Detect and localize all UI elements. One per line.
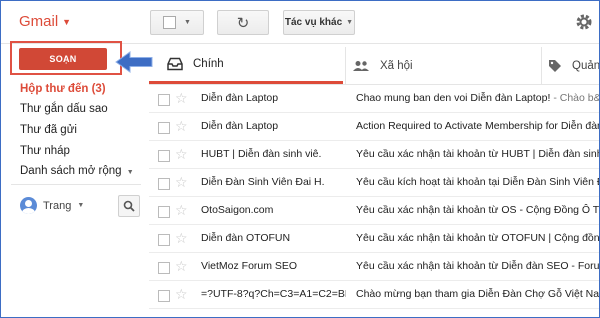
chevron-down-icon: ▼ bbox=[62, 16, 72, 27]
email-sender: Diễn đàn Laptop bbox=[201, 92, 279, 104]
row-checkbox[interactable] bbox=[158, 262, 170, 274]
star-icon[interactable]: ☆ bbox=[175, 118, 188, 134]
nav-drafts-label: Thư nháp bbox=[20, 145, 70, 157]
star-icon[interactable]: ☆ bbox=[175, 286, 188, 302]
email-subject: Chao mung ban den voi Diễn đàn Laptop! -… bbox=[356, 92, 600, 104]
email-subject-text: Action Required to Activate Membership f… bbox=[356, 120, 600, 132]
row-checkbox[interactable] bbox=[158, 150, 170, 162]
email-subject: Yêu cầu xác nhận tài khoản từ OS - Cộng … bbox=[356, 204, 600, 216]
row-checkbox[interactable] bbox=[158, 178, 170, 190]
row-checkbox[interactable] bbox=[158, 122, 170, 134]
hangouts-user[interactable]: Trang ▼ bbox=[20, 197, 84, 214]
gear-icon[interactable] bbox=[574, 12, 594, 32]
divider bbox=[11, 184, 141, 185]
email-sender: OtoSaigon.com bbox=[201, 204, 274, 216]
category-tabs: Chính Xã hội Quảng bbox=[149, 47, 600, 85]
email-subject: Action Required to Activate Membership f… bbox=[356, 120, 600, 132]
gmail-menu[interactable]: Gmail ▼ bbox=[19, 13, 71, 30]
star-icon[interactable]: ☆ bbox=[175, 230, 188, 246]
pointer-arrow-icon bbox=[115, 51, 153, 73]
tab-social[interactable]: Xã hội bbox=[345, 47, 539, 84]
email-sender: Diễn đàn OTOFUN bbox=[201, 232, 291, 244]
chevron-down-icon: ▼ bbox=[126, 169, 134, 176]
email-subject-text: Yêu cầu xác nhận tài khoản từ Diễn đàn S… bbox=[356, 260, 600, 272]
nav-more-label: Danh sách mở rộng bbox=[20, 165, 122, 177]
tag-icon bbox=[549, 59, 561, 72]
star-icon[interactable]: ☆ bbox=[175, 202, 188, 218]
select-all-button[interactable]: ▼ bbox=[150, 10, 204, 35]
email-sender: Diễn Đàn Sinh Viên Đai H. bbox=[201, 176, 325, 188]
gmail-window: Gmail ▼ ▼ ↻ Tác vụ khác ▼ SOẠN Hộp thư đ… bbox=[0, 0, 600, 318]
email-subject-text: Yêu cầu kích hoạt tài khoản tại Diễn Đàn… bbox=[356, 176, 600, 188]
nav-more[interactable]: Danh sách mở rộng ▼ bbox=[1, 161, 141, 181]
email-subject: Yêu cầu xác nhận tài khoản từ Diễn đàn S… bbox=[356, 260, 600, 272]
nav-drafts[interactable]: Thư nháp bbox=[1, 141, 141, 161]
star-icon[interactable]: ☆ bbox=[175, 258, 188, 274]
search-people-button[interactable] bbox=[118, 195, 140, 217]
tab-primary[interactable]: Chính bbox=[149, 47, 343, 84]
star-icon[interactable]: ☆ bbox=[175, 146, 188, 162]
top-toolbar: Gmail ▼ ▼ ↻ Tác vụ khác ▼ bbox=[1, 1, 599, 44]
user-name: Trang bbox=[43, 199, 72, 212]
email-subject: Yêu cầu kích hoạt tài khoản tại Diễn Đàn… bbox=[356, 176, 600, 188]
more-actions-button[interactable]: Tác vụ khác ▼ bbox=[283, 10, 355, 35]
star-icon[interactable]: ☆ bbox=[175, 174, 188, 190]
tab-promotions-label: Quảng bbox=[572, 59, 600, 72]
tab-social-label: Xã hội bbox=[380, 59, 413, 72]
row-checkbox[interactable] bbox=[158, 206, 170, 218]
table-row[interactable]: ☆ VietMoz Forum SEO Yêu cầu xác nhận tài… bbox=[149, 253, 600, 281]
chevron-down-icon: ▼ bbox=[184, 19, 191, 26]
inbox-icon bbox=[167, 57, 183, 71]
email-subject-text: Yêu cầu xác nhận tài khoản từ HUBT | Diễ… bbox=[356, 148, 600, 160]
star-icon[interactable]: ☆ bbox=[175, 90, 188, 106]
table-row[interactable]: ☆ Diễn đàn Laptop Chao mung ban den voi … bbox=[149, 85, 600, 113]
email-snippet: - Chào b&#78 bbox=[553, 92, 600, 104]
compose-button[interactable]: SOẠN bbox=[19, 48, 107, 70]
row-checkbox[interactable] bbox=[158, 290, 170, 302]
email-subject: Chào mừng bạn tham gia Diễn Đàn Chợ Gỗ V… bbox=[356, 288, 600, 300]
nav-sent[interactable]: Thư đã gửi bbox=[1, 120, 141, 140]
nav-starred-label: Thư gắn dấu sao bbox=[20, 103, 108, 115]
table-row[interactable]: ☆ Diễn đàn OTOFUN Yêu cầu xác nhận tài k… bbox=[149, 225, 600, 253]
email-subject-text: Yêu cầu xác nhận tài khoản từ OTOFUN | C… bbox=[356, 232, 600, 244]
people-icon bbox=[353, 60, 369, 71]
email-sender: =?UTF-8?q?Ch=C3=A1=C2=BB. bbox=[201, 288, 346, 300]
email-sender: HUBT | Diễn đàn sinh viê. bbox=[201, 148, 322, 160]
email-subject-text: Yêu cầu xác nhận tài khoản từ OS - Cộng … bbox=[356, 204, 600, 216]
table-row[interactable]: ☆ OtoSaigon.com Yêu cầu xác nhận tài kho… bbox=[149, 197, 600, 225]
chevron-down-icon: ▼ bbox=[346, 19, 354, 26]
table-row[interactable]: ☆ =?UTF-8?q?Ch=C3=A1=C2=BB. Chào mừng bạ… bbox=[149, 281, 600, 309]
avatar bbox=[20, 197, 37, 214]
row-checkbox[interactable] bbox=[158, 234, 170, 246]
email-subject-text: Chao mung ban den voi Diễn đàn Laptop! bbox=[356, 92, 551, 104]
table-row[interactable]: ☆ HUBT | Diễn đàn sinh viê. Yêu cầu xác … bbox=[149, 141, 600, 169]
refresh-button[interactable]: ↻ bbox=[217, 10, 269, 35]
nav-inbox[interactable]: Hộp thư đến (3) bbox=[1, 79, 141, 99]
tab-promotions[interactable]: Quảng bbox=[541, 47, 600, 84]
table-row[interactable]: ☆ Diễn đàn Laptop Action Required to Act… bbox=[149, 113, 600, 141]
nav-inbox-label: Hộp thư đến (3) bbox=[20, 83, 106, 95]
email-sender: Diễn đàn Laptop bbox=[201, 120, 279, 132]
app-title: Gmail bbox=[19, 13, 59, 30]
email-subject-text: Chào mừng bạn tham gia Diễn Đàn Chợ Gỗ V… bbox=[356, 288, 600, 300]
chevron-down-icon: ▼ bbox=[77, 202, 85, 209]
nav-sent-label: Thư đã gửi bbox=[20, 124, 77, 136]
row-checkbox[interactable] bbox=[158, 94, 170, 106]
refresh-icon: ↻ bbox=[236, 14, 250, 32]
email-subject: Yêu cầu xác nhận tài khoản từ OTOFUN | C… bbox=[356, 232, 600, 244]
email-subject: Yêu cầu xác nhận tài khoản từ HUBT | Diễ… bbox=[356, 148, 600, 160]
email-sender: VietMoz Forum SEO bbox=[201, 260, 298, 272]
search-icon bbox=[123, 200, 135, 212]
checkbox-icon bbox=[163, 16, 177, 29]
tab-primary-label: Chính bbox=[193, 58, 224, 70]
nav-starred[interactable]: Thư gắn dấu sao bbox=[1, 99, 141, 119]
table-row[interactable]: ☆ Diễn Đàn Sinh Viên Đai H. Yêu cầu kích… bbox=[149, 169, 600, 197]
more-actions-label: Tác vụ khác bbox=[284, 17, 343, 28]
